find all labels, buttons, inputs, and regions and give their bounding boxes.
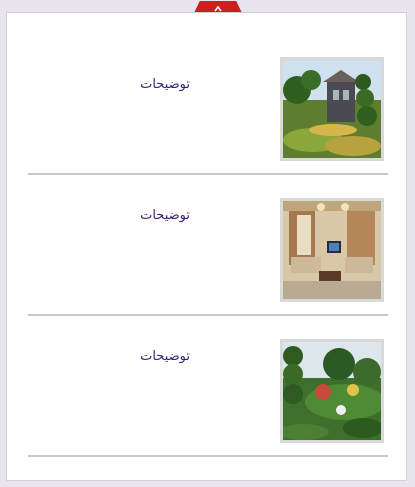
- gallery-panel: توضيحات توضيحات توضيحات: [6, 12, 407, 481]
- item-separator: [28, 314, 388, 316]
- description-link[interactable]: توضيحات: [140, 349, 190, 364]
- living-room-thumbnail[interactable]: [280, 198, 384, 302]
- description-link[interactable]: توضيحات: [140, 208, 190, 223]
- item-separator: [28, 173, 388, 175]
- list-item: توضيحات: [28, 329, 388, 469]
- living-room-photo: [283, 201, 381, 299]
- garden-lawn-thumbnail[interactable]: [280, 339, 384, 443]
- description-link[interactable]: توضيحات: [140, 77, 190, 92]
- garden-villa-thumbnail[interactable]: [280, 57, 384, 161]
- list-item: توضيحات: [28, 47, 388, 187]
- item-separator: [28, 455, 388, 457]
- garden-villa-photo: [283, 60, 381, 158]
- garden-lawn-photo: [283, 342, 381, 440]
- list-item: توضيحات: [28, 188, 388, 328]
